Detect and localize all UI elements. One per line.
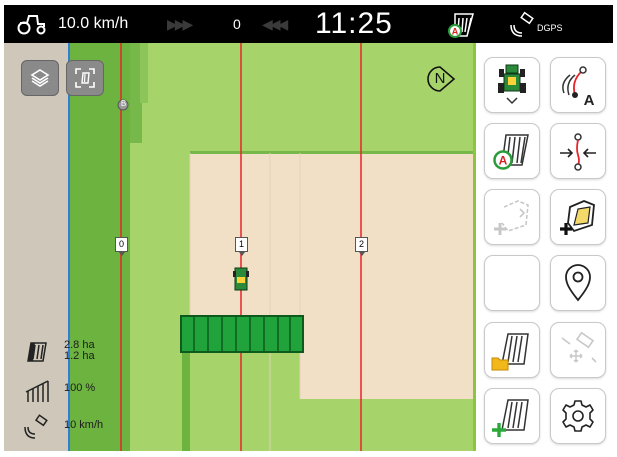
point-b-label: B <box>120 99 127 108</box>
add-boundary-disabled-icon <box>494 200 529 235</box>
settings-button[interactable] <box>550 388 606 444</box>
satellite-move-disabled-icon <box>561 331 597 363</box>
section-control-button[interactable]: A <box>484 123 540 179</box>
section-control-auto-icon: A <box>493 134 529 170</box>
field-view-button[interactable] <box>66 60 104 96</box>
tractor-menu-icon <box>498 64 526 105</box>
add-field-icon <box>492 399 529 437</box>
add-boundary-button[interactable] <box>484 189 540 245</box>
field-area-icon <box>27 342 47 362</box>
gps-mode-label: DGPS <box>537 23 563 33</box>
status-bar: 10.0 km/h ▶▶▶ 0 ◀◀◀ 11:25 A DGPS <box>4 5 613 43</box>
speed-value: 10 km/h <box>64 419 104 431</box>
work-info-panel: 2.8 ha 1.2 ha 100 % 10 km/h <box>4 331 124 451</box>
gps-move-button[interactable] <box>550 322 606 378</box>
load-field-button[interactable] <box>484 322 540 378</box>
add-field-button[interactable] <box>484 388 540 444</box>
field-view-icon <box>75 68 95 88</box>
svg-text:A: A <box>452 27 459 37</box>
tractor-icon[interactable] <box>16 5 48 43</box>
satellite-icon <box>509 5 537 43</box>
svg-text:A: A <box>584 92 595 107</box>
area-row: 2.8 ha 1.2 ha <box>4 337 124 367</box>
section-control-auto-icon: A <box>446 5 476 43</box>
terminal-screen: 10.0 km/h ▶▶▶ 0 ◀◀◀ 11:25 A DGPS B 0 1 2… <box>4 5 613 451</box>
gear-icon <box>562 400 594 432</box>
empty-button[interactable] <box>484 255 540 311</box>
compass-north-icon[interactable]: N <box>424 65 458 93</box>
area-remaining-value: 1.2 ha <box>64 350 95 362</box>
lightbar-left-arrows: ◀◀◀ <box>262 15 288 32</box>
marker-button[interactable] <box>550 255 606 311</box>
layers-icon <box>30 69 50 87</box>
speed-row: 10 km/h <box>4 412 124 442</box>
track-label-0: 0 <box>115 237 128 256</box>
layers-button[interactable] <box>21 60 59 96</box>
new-boundary-icon <box>560 200 595 235</box>
new-boundary-button[interactable] <box>550 189 606 245</box>
compass-label: N <box>434 70 446 87</box>
clock: 11:25 <box>315 7 393 40</box>
tractor-setup-button[interactable] <box>484 57 540 113</box>
location-pin-icon <box>565 264 591 302</box>
field-folder-icon <box>491 333 529 371</box>
track-center-icon <box>560 133 596 171</box>
gps-speed-icon <box>24 414 48 439</box>
track-label-2: 2 <box>355 237 368 256</box>
tracklines-a-icon: A <box>562 66 595 107</box>
svg-text:A: A <box>499 154 508 168</box>
implement-boom <box>180 315 304 353</box>
track-shift-button[interactable] <box>550 123 606 179</box>
lightbar-right-arrows: ▶▶▶ <box>167 15 193 32</box>
tractor-marker <box>233 267 249 291</box>
field-map[interactable]: B 0 1 2 N 2.8 ha 1.2 ha 100 % 10 km/h <box>4 43 473 451</box>
coverage-row: 100 % <box>4 376 124 406</box>
function-panel: A A <box>473 43 613 451</box>
lightbar-offset-value: 0 <box>233 16 241 32</box>
speed-readout: 10.0 km/h <box>58 15 129 32</box>
track-label-1: 1 <box>235 237 248 256</box>
guidance-lines-button[interactable]: A <box>550 57 606 113</box>
coverage-value: 100 % <box>64 382 96 394</box>
boom-coverage-icon <box>25 380 49 402</box>
